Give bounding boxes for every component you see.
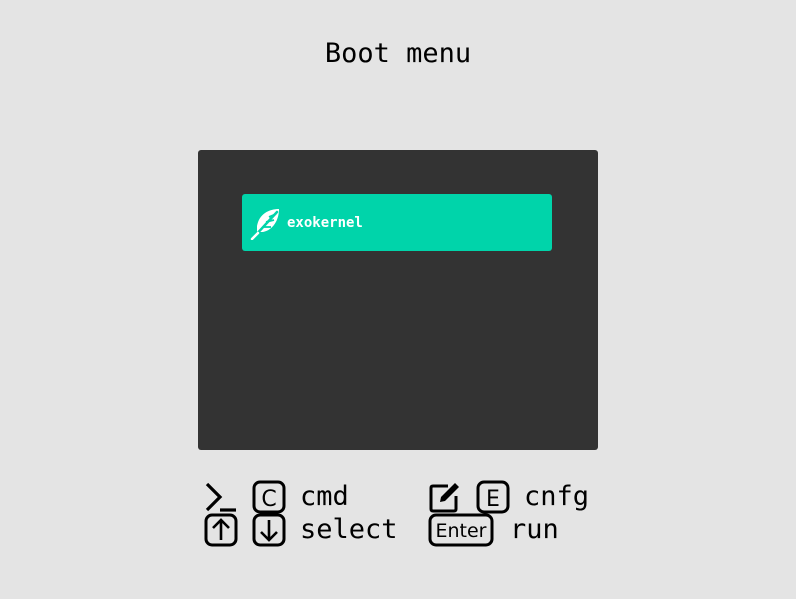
edit-icon — [429, 483, 459, 513]
hint-select-label: select — [300, 514, 398, 545]
enter-key-icon: Enter — [428, 513, 494, 547]
hint-cnfg-label: cnfg — [524, 481, 590, 512]
key-c-label: C — [261, 487, 276, 512]
arrow-down-icon — [252, 513, 286, 547]
hint-cmd-label: cmd — [300, 481, 349, 512]
feather-icon — [250, 208, 279, 240]
hint-run-label: run — [510, 514, 559, 545]
hint-select: select — [204, 513, 398, 547]
arrow-up-icon — [204, 513, 238, 547]
hint-run: Enter run — [428, 513, 559, 547]
boot-entry-exokernel[interactable]: exokernel — [242, 194, 552, 251]
boot-menu-panel: exokernel — [198, 150, 598, 450]
page-title: Boot menu — [324, 38, 472, 69]
key-e-label: E — [486, 487, 500, 512]
enter-key-label: Enter — [436, 520, 487, 542]
hint-cmd: C cmd — [204, 480, 349, 514]
boot-entry-label: exokernel — [287, 214, 363, 231]
hint-cnfg: E cnfg — [428, 480, 589, 514]
key-e-icon: E — [476, 480, 510, 514]
key-c-icon: C — [252, 480, 286, 514]
terminal-icon — [205, 482, 236, 512]
